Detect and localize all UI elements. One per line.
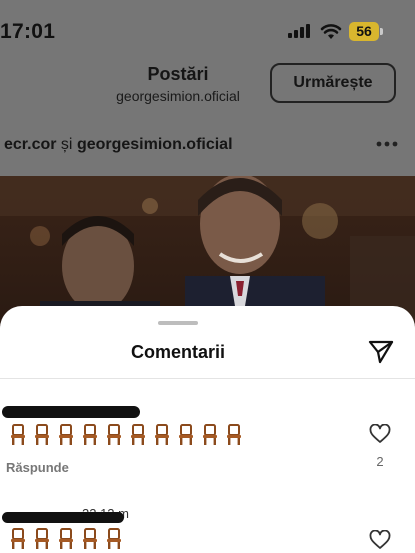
post-authors[interactable]: ecr.cor și georgesimion.oficial <box>4 136 233 154</box>
chair-emoji <box>32 424 52 446</box>
follow-button[interactable]: Urmărește <box>270 63 396 103</box>
page-header: Postări georgesimion.oficial Urmărește <box>0 58 415 124</box>
chair-emoji <box>8 424 28 446</box>
cellular-signal-icon <box>288 24 310 38</box>
post-header: ecr.cor și georgesimion.oficial <box>0 124 415 168</box>
redaction-mark <box>2 512 124 523</box>
reply-button[interactable]: Răspunde <box>6 460 69 475</box>
chair-emoji <box>104 528 124 550</box>
sheet-divider <box>0 378 415 379</box>
comments-sheet: Comentarii ana m Răspunde 2 22 12 m <box>0 306 415 553</box>
status-bar: 17:01 56 <box>0 0 415 58</box>
more-horizontal-icon[interactable] <box>376 140 398 148</box>
chair-emoji <box>56 424 76 446</box>
battery-icon: 56 <box>349 22 383 41</box>
comment-item: ana m Răspunde 2 <box>0 402 415 482</box>
comment-text <box>8 424 244 448</box>
chair-emoji <box>32 528 52 550</box>
status-time: 17:01 <box>0 20 56 43</box>
author-ecr-cor[interactable]: ecr.cor <box>4 136 56 153</box>
comment-text <box>8 528 124 552</box>
post-photo[interactable] <box>0 176 415 326</box>
chair-emoji <box>80 424 100 446</box>
author-georgesimion[interactable]: georgesimion.oficial <box>77 136 233 153</box>
chair-emoji <box>104 424 124 446</box>
chair-emoji <box>128 424 148 446</box>
heart-icon[interactable] <box>369 530 391 550</box>
chair-emoji <box>224 424 244 446</box>
chair-emoji <box>152 424 172 446</box>
chair-emoji <box>8 528 28 550</box>
comments-title: Comentarii <box>130 342 226 362</box>
redaction-mark <box>2 406 140 418</box>
sheet-grabber[interactable] <box>158 321 198 325</box>
comment-item: 22 12 m <box>0 506 415 553</box>
chair-emoji <box>200 424 220 446</box>
heart-icon[interactable] <box>369 424 391 444</box>
chair-emoji <box>80 528 100 550</box>
wifi-icon <box>320 24 342 39</box>
post-photo-image <box>0 176 415 326</box>
author-connector: și <box>56 136 77 153</box>
chair-emoji <box>56 528 76 550</box>
paper-plane-icon[interactable] <box>367 338 395 366</box>
battery-level: 56 <box>349 22 379 41</box>
like-count: 2 <box>376 454 384 469</box>
chair-emoji <box>176 424 196 446</box>
